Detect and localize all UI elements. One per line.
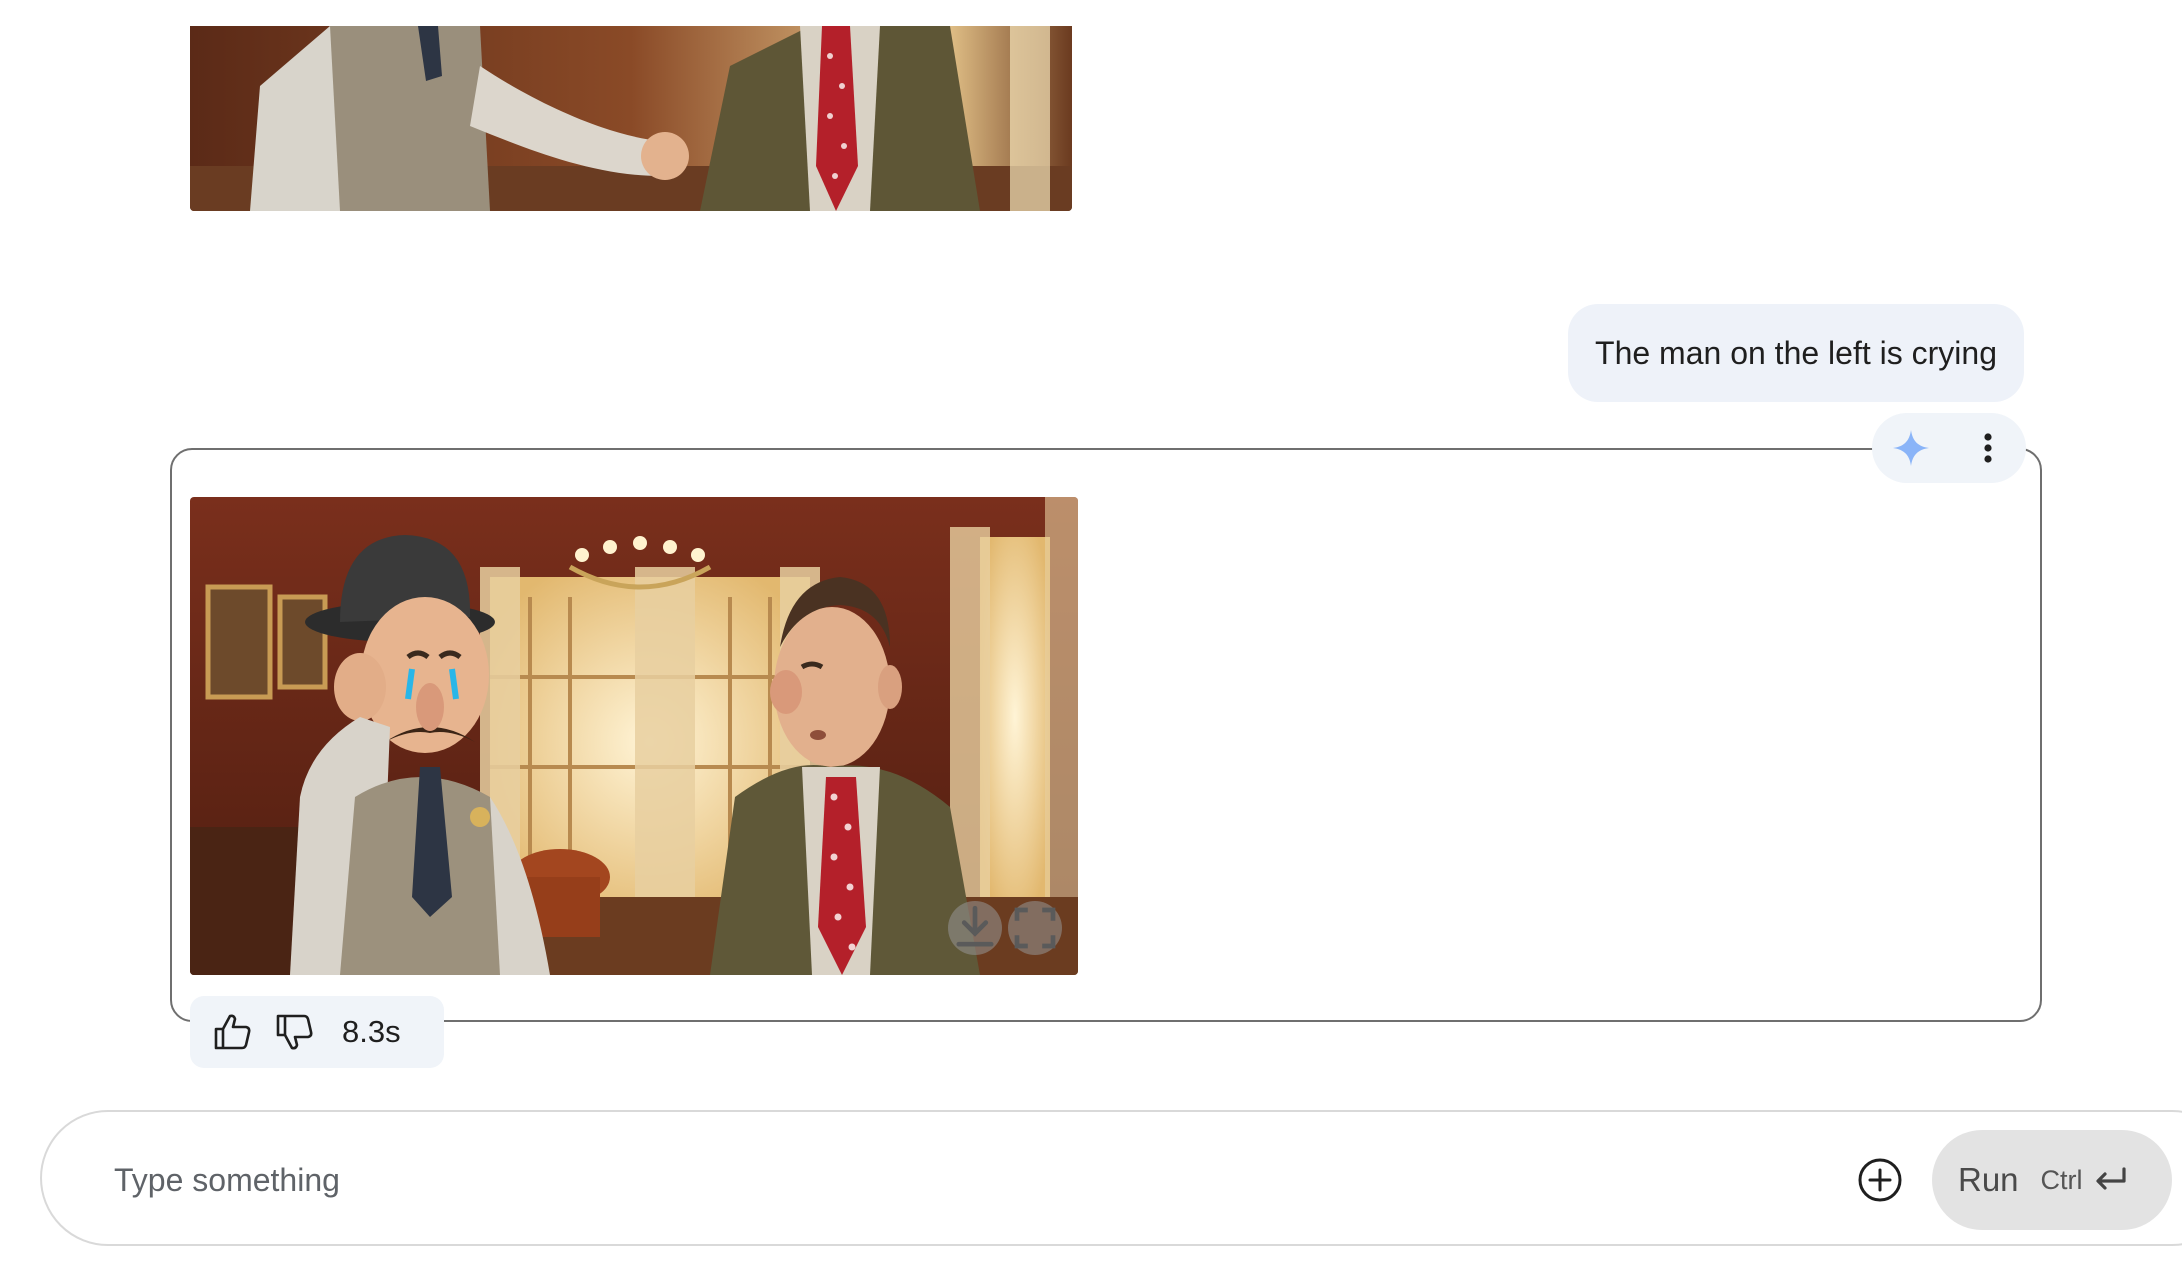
response-actions (1872, 413, 2026, 483)
shortcut-label: Ctrl (2040, 1164, 2083, 1195)
run-button-label: Run (1958, 1161, 2019, 1198)
add-circle-icon[interactable] (1852, 1152, 1908, 1208)
user-message-bubble: The man on the left is crying (1568, 304, 2024, 402)
prompt-composer: Run Ctrl (40, 1110, 2182, 1246)
run-shortcut: Ctrl (2041, 1165, 2129, 1196)
generated-image[interactable] (190, 497, 1078, 975)
run-button[interactable]: Run Ctrl (1932, 1130, 2172, 1230)
thumb-down-icon[interactable] (274, 1011, 316, 1053)
download-icon[interactable] (948, 901, 1002, 955)
fullscreen-icon[interactable] (1008, 901, 1062, 955)
enter-icon (2095, 1167, 2126, 1190)
response-time: 8.3s (342, 1014, 401, 1049)
thumb-up-icon[interactable] (212, 1011, 254, 1053)
more-vert-icon[interactable] (1960, 420, 2016, 476)
previous-generated-image[interactable] (190, 26, 1072, 211)
user-message-text: The man on the left is crying (1595, 334, 1997, 371)
prompt-input[interactable] (112, 1146, 1816, 1214)
sparkle-icon[interactable] (1883, 420, 1939, 476)
response-feedback-bar: 8.3s (190, 996, 444, 1068)
